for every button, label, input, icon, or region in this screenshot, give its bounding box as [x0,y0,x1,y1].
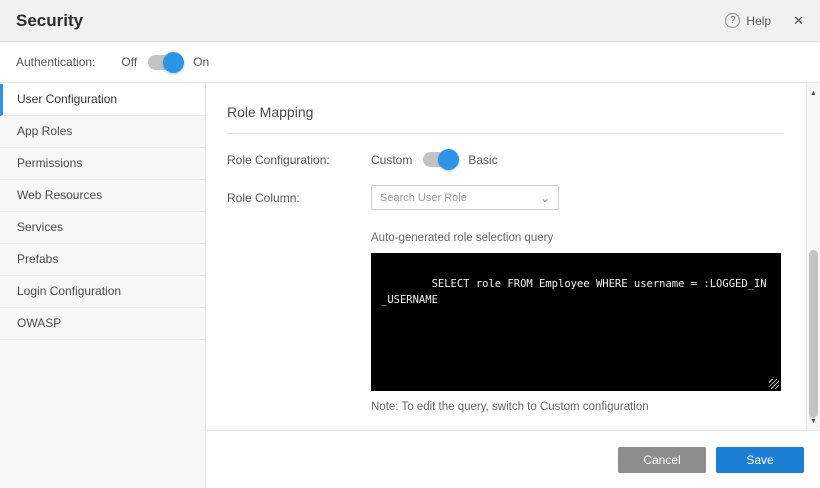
authentication-label: Authentication: [16,55,95,69]
save-button[interactable]: Save [716,447,804,473]
sidebar-item-services[interactable]: Services [0,212,205,244]
authentication-off-label: Off [121,55,137,69]
role-column-select-value: Search User Role [380,192,467,204]
query-editor[interactable]: SELECT role FROM Employee WHERE username… [371,253,781,391]
role-column-select[interactable]: Search User Role ⌄ [371,185,559,210]
sidebar-item-login-configuration[interactable]: Login Configuration [0,276,205,308]
role-configuration-toggle-knob [438,149,459,170]
help-button[interactable]: ? Help [725,13,771,28]
window-header: Security ? Help ✕ [0,0,820,42]
scroll-up-icon[interactable]: ▲ [807,86,820,100]
sidebar-item-permissions[interactable]: Permissions [0,148,205,180]
sidebar-item-app-roles[interactable]: App Roles [0,116,205,148]
custom-label: Custom [371,153,412,167]
role-column-label: Role Column: [227,191,371,205]
cancel-button[interactable]: Cancel [618,447,706,473]
role-column-row: Role Column: Search User Role ⌄ [227,185,784,210]
vertical-scrollbar[interactable]: ▲ ▼ [806,84,820,430]
close-icon[interactable]: ✕ [793,13,804,29]
resize-handle[interactable] [769,379,779,389]
page-title: Security [16,11,83,31]
section-title: Role Mapping [227,104,784,134]
basic-label: Basic [468,153,497,167]
main-panel: Role Mapping Role Configuration: Custom … [207,84,820,488]
query-label: Auto-generated role selection query [371,232,784,244]
query-block: Auto-generated role selection query SELE… [371,232,784,413]
authentication-row: Authentication: Off On [0,42,820,83]
help-label: Help [746,14,771,28]
scroll-down-icon[interactable]: ▼ [807,414,820,428]
sidebar-item-user-configuration[interactable]: User Configuration [0,84,205,116]
query-note: Note: To edit the query, switch to Custo… [371,401,784,413]
role-mapping-section: Role Mapping Role Configuration: Custom … [207,84,804,430]
role-configuration-label: Role Configuration: [227,153,371,167]
sidebar-item-web-resources[interactable]: Web Resources [0,180,205,212]
help-icon: ? [725,13,740,28]
authentication-on-label: On [193,55,209,69]
sidebar-item-prefabs[interactable]: Prefabs [0,244,205,276]
chevron-down-icon: ⌄ [540,193,550,203]
authentication-toggle[interactable] [148,55,182,70]
sidebar-item-owasp[interactable]: OWASP [0,308,205,340]
authentication-toggle-knob [163,52,184,73]
sidebar: User Configuration App Roles Permissions… [0,84,206,488]
query-text: SELECT role FROM Employee WHERE username… [381,278,767,306]
footer-actions: Cancel Save [207,430,820,488]
role-configuration-toggle[interactable] [423,152,457,167]
role-configuration-row: Role Configuration: Custom Basic [227,152,784,167]
scrollbar-thumb[interactable] [809,250,818,418]
